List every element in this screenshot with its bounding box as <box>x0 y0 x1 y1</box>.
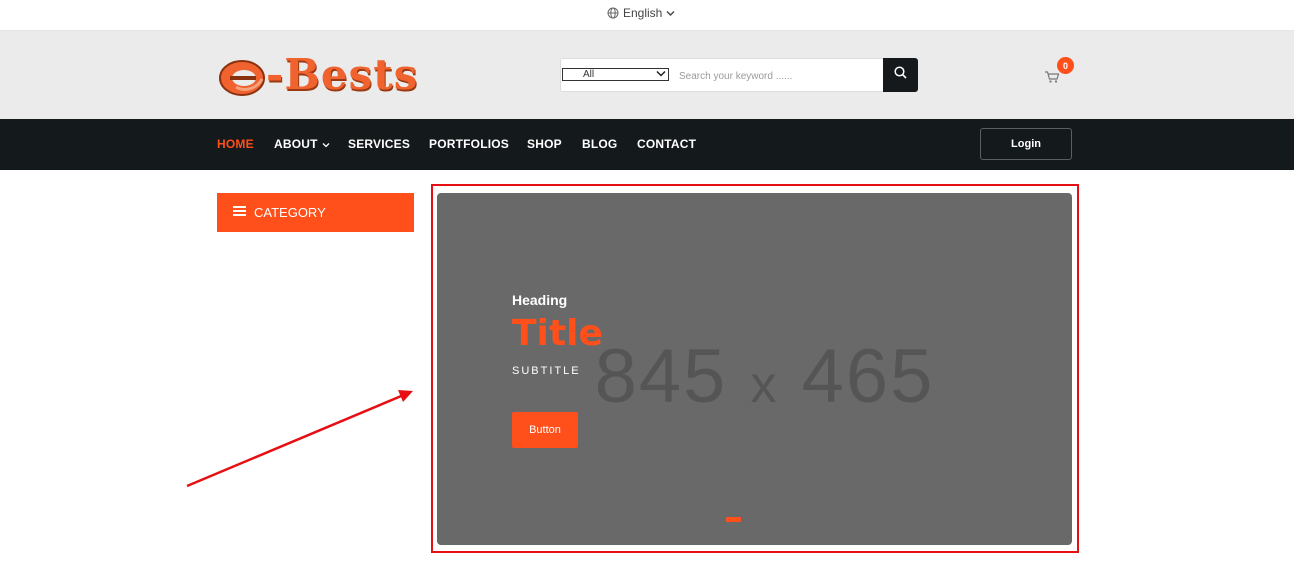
nav-item-label: BLOG <box>582 137 618 151</box>
nav-item-home[interactable]: HOME <box>217 137 254 151</box>
search-input[interactable] <box>679 65 879 87</box>
cart-button[interactable]: 0 <box>1044 57 1074 91</box>
category-menu-button[interactable]: CATEGORY <box>217 193 414 232</box>
main-nav: HOME ABOUT SERVICES PORTFOLIOS SHOP BLOG… <box>0 119 1294 170</box>
slide-cta-button[interactable]: Button <box>512 412 578 448</box>
slide-heading: Heading <box>512 292 568 308</box>
chevron-down-icon <box>322 137 330 151</box>
nav-item-label: PORTFOLIOS <box>429 137 509 151</box>
hero-slide: 845 x 465 Heading Title SUBTITLE Button <box>437 193 1072 545</box>
annotation-arrow-icon <box>186 390 413 488</box>
nav-item-shop[interactable]: SHOP <box>527 137 562 151</box>
search-bar: All <box>560 58 918 92</box>
language-selector[interactable]: English <box>607 6 675 20</box>
login-button[interactable]: Login <box>980 128 1072 160</box>
nav-item-label: ABOUT <box>274 137 318 151</box>
category-label: CATEGORY <box>254 205 326 220</box>
nav-item-label: SHOP <box>527 137 562 151</box>
nav-item-contact[interactable]: CONTACT <box>637 137 696 151</box>
top-bar: English <box>0 0 1294 31</box>
cart-count-badge: 0 <box>1057 57 1074 74</box>
nav-item-portfolios[interactable]: PORTFOLIOS <box>429 137 509 151</box>
nav-item-label: CONTACT <box>637 137 697 151</box>
placeholder-width: 845 <box>594 334 728 419</box>
search-category-select[interactable]: All <box>562 68 669 81</box>
nav-item-about[interactable]: ABOUT <box>274 137 330 151</box>
select-chevron-icon <box>656 69 666 80</box>
nav-item-blog[interactable]: BLOG <box>582 137 617 151</box>
slider-pagination-dot[interactable] <box>726 517 741 522</box>
slide-subtitle: SUBTITLE <box>512 365 581 377</box>
globe-icon <box>607 7 619 19</box>
logo-e-icon <box>219 60 265 96</box>
nav-item-label: SERVICES <box>348 137 411 151</box>
site-logo[interactable]: -Bests <box>218 51 440 101</box>
nav-item-services[interactable]: SERVICES <box>348 137 410 151</box>
search-category-value: All <box>583 69 595 80</box>
language-label: English <box>623 6 663 20</box>
hamburger-icon <box>233 205 246 220</box>
placeholder-height: 465 <box>801 334 935 419</box>
slide-title: Title <box>512 313 603 354</box>
placeholder-x: x <box>750 356 779 414</box>
search-button[interactable] <box>883 58 918 92</box>
logo-text: -Bests <box>266 50 419 99</box>
site-header: -Bests All 0 <box>0 31 1294 119</box>
chevron-down-icon <box>666 10 675 17</box>
search-icon <box>894 66 907 84</box>
nav-item-label: HOME <box>217 137 254 151</box>
